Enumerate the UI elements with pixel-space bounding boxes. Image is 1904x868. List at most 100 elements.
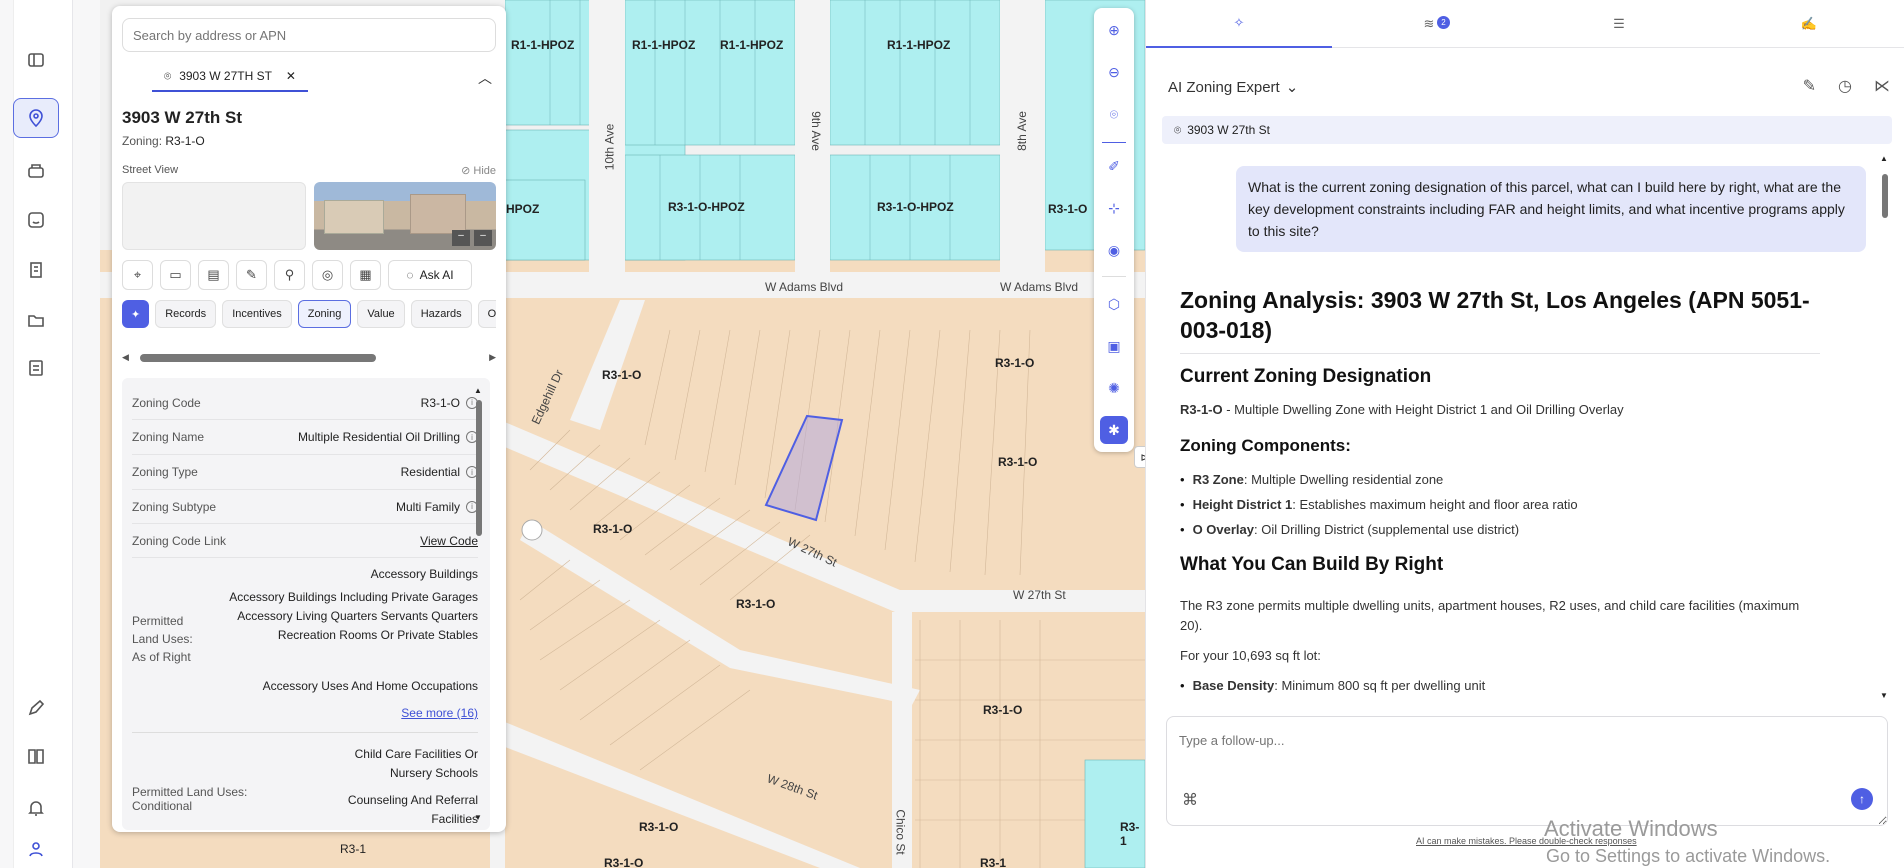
book-icon[interactable] [13, 736, 59, 776]
map-zone-label: R3-1-O [736, 597, 776, 611]
map-pin-icon[interactable] [13, 98, 59, 138]
map-zone-label: HPOZ [506, 202, 540, 216]
target-icon[interactable]: ◉ [1100, 236, 1128, 264]
map-zone-label: R1-1-HPOZ [632, 38, 696, 52]
horizontal-scrollbar[interactable]: ◀ ▶ [122, 352, 496, 364]
scroll-left-icon[interactable]: ◀ [122, 352, 129, 363]
tab-layers-icon[interactable]: ≋ 2 [1336, 0, 1522, 48]
tab-zoning[interactable]: Zoning [297, 300, 352, 328]
street-label: W 27th St [1013, 588, 1066, 602]
radar-icon[interactable]: ◎ [312, 260, 343, 290]
tab-incentives[interactable]: Incentives [222, 300, 292, 328]
history-icon[interactable]: ◷ [1838, 76, 1852, 96]
paperclip-icon[interactable]: ⌘ [1182, 790, 1198, 810]
tab-ai-sparkle-icon[interactable]: ✧ [1146, 0, 1332, 48]
scroll-right-icon[interactable]: ▶ [489, 352, 496, 363]
zoning-value: R3-1-O [165, 134, 205, 148]
view-code-link[interactable]: View Code [420, 534, 478, 548]
camera-icon[interactable]: ▣ [1100, 332, 1128, 360]
chat-scrollbar[interactable]: ▲ ▼ [1880, 154, 1890, 700]
zoom-in-icon[interactable]: ⊕ [1100, 16, 1128, 44]
street-label: 8th Ave [1014, 111, 1029, 151]
pencil-icon[interactable] [13, 688, 59, 728]
street-label: 10th Ave [602, 123, 617, 171]
ask-ai-label: Ask AI [419, 268, 454, 282]
sun-icon[interactable]: ✺ [1100, 374, 1128, 402]
chevron-up-icon[interactable]: ︿ [478, 68, 492, 88]
ruler-icon[interactable]: ✎ [236, 260, 267, 290]
sidebar-toggle-icon[interactable] [13, 40, 59, 80]
user-icon[interactable] [13, 834, 59, 864]
folder-add-icon[interactable]: ▭ [160, 260, 191, 290]
detail-key: Zoning Code [132, 395, 201, 410]
scroll-thumb[interactable] [476, 400, 482, 536]
eye-off-icon: ⊘ [461, 165, 474, 177]
target-icon[interactable]: ⌖ [122, 260, 153, 290]
hide-street-view-button[interactable]: ⊘ Hide [461, 164, 496, 177]
folder-icon[interactable] [13, 300, 59, 340]
conditional-label: Permitted Land Uses: Conditional [132, 785, 248, 813]
scroll-up-icon[interactable]: ▲ [474, 386, 482, 395]
ruler-icon[interactable]: ✐ [1100, 152, 1128, 180]
map-zone-label: R3-1-O [995, 356, 1035, 370]
ask-ai-button[interactable]: ◌ Ask AI [388, 260, 472, 290]
tab-sliders-icon[interactable]: ☰ [1526, 0, 1712, 48]
document-icon[interactable] [13, 348, 59, 388]
detail-row: Zoning Code R3-1-O i [132, 386, 478, 420]
scroll-up-icon[interactable]: ▲ [1880, 154, 1888, 163]
scroll-down-icon[interactable]: ▼ [1880, 691, 1888, 700]
cube-icon[interactable]: ⬡ [1100, 290, 1128, 318]
tab-overflow[interactable]: Ov [477, 300, 496, 328]
share-icon[interactable]: ⋉ [1874, 76, 1890, 96]
detail-row: Zoning Subtype Multi Family i [132, 490, 478, 524]
detail-value: R3-1-O [420, 395, 460, 410]
app-root: R1-1-HPOZ R1-1-HPOZ R1-1-HPOZ R1-1-HPOZ … [0, 0, 1904, 868]
detail-key: Zoning Subtype [132, 499, 217, 514]
parcel-chip[interactable]: ⌾ 3903 W 27TH ST ✕ [152, 62, 308, 92]
bullet-text: : Minimum 800 sq ft per dwelling unit [1274, 678, 1486, 693]
section-heading: What You Can Build By Right [1180, 554, 1444, 575]
parcel-title: 3903 W 27th St [122, 108, 242, 127]
left-rail [0, 0, 100, 868]
layers-stack-icon[interactable] [13, 150, 59, 190]
scan-face-icon[interactable] [13, 200, 59, 240]
ai-sparkle-tab[interactable]: ✦ [122, 300, 150, 328]
follow-up-input[interactable] [1166, 716, 1888, 826]
building-icon[interactable] [13, 250, 59, 290]
vertical-scrollbar[interactable]: ▲ ▼ [474, 386, 482, 822]
toolbar-divider [1102, 142, 1126, 143]
scroll-down-icon[interactable]: ▼ [474, 813, 482, 822]
edit-icon[interactable]: ✎ [1803, 76, 1816, 96]
list-item: Base Density: Minimum 800 sq ft per dwel… [1180, 678, 1486, 693]
street-view-image[interactable]: – – [314, 182, 496, 250]
layers-badge: 2 [1437, 16, 1450, 29]
tab-draw-icon[interactable]: ✍ [1716, 0, 1902, 48]
tab-hazards[interactable]: Hazards [410, 300, 472, 328]
locate-icon[interactable]: ⊹ [1100, 194, 1128, 222]
bell-icon[interactable] [13, 788, 59, 828]
detail-row: Zoning Code Link View Code [132, 524, 478, 558]
conditional-item: Child Care Facilities Or Nursery Schools [354, 747, 478, 780]
send-button[interactable]: ↑ [1851, 788, 1873, 810]
file-icon[interactable]: ▤ [198, 260, 229, 290]
activation-watermark: Go to Settings to activate Windows. [1546, 846, 1831, 866]
scroll-thumb[interactable] [140, 354, 376, 362]
see-more-link[interactable]: See more (16) [132, 706, 478, 720]
minus-icon[interactable]: – [452, 230, 470, 246]
map-zone-label: R3-1-O [998, 455, 1038, 469]
scroll-thumb[interactable] [1882, 174, 1888, 218]
search-input[interactable] [122, 18, 496, 52]
cursor-click-icon[interactable]: ✱ [1100, 416, 1128, 444]
zoom-out-icon[interactable]: ⊖ [1100, 58, 1128, 86]
tab-records[interactable]: Records [155, 300, 217, 328]
walk-icon[interactable]: ⚲ [274, 260, 305, 290]
tab-value[interactable]: Value [357, 300, 405, 328]
permitted-item: Accessory Buildings Including Private Ga… [229, 590, 478, 642]
close-icon[interactable]: ✕ [286, 69, 296, 83]
building-icon[interactable]: ▦ [350, 260, 381, 290]
designation-text: R3-1-O - Multiple Dwelling Zone with Hei… [1180, 400, 1820, 420]
chat-log: What is the current zoning designation o… [1162, 154, 1882, 700]
minus-icon[interactable]: – [474, 230, 492, 246]
expert-selector[interactable]: AI Zoning Expert ⌄ [1168, 78, 1298, 97]
location-pin-icon[interactable]: ⌾ [1100, 100, 1128, 128]
